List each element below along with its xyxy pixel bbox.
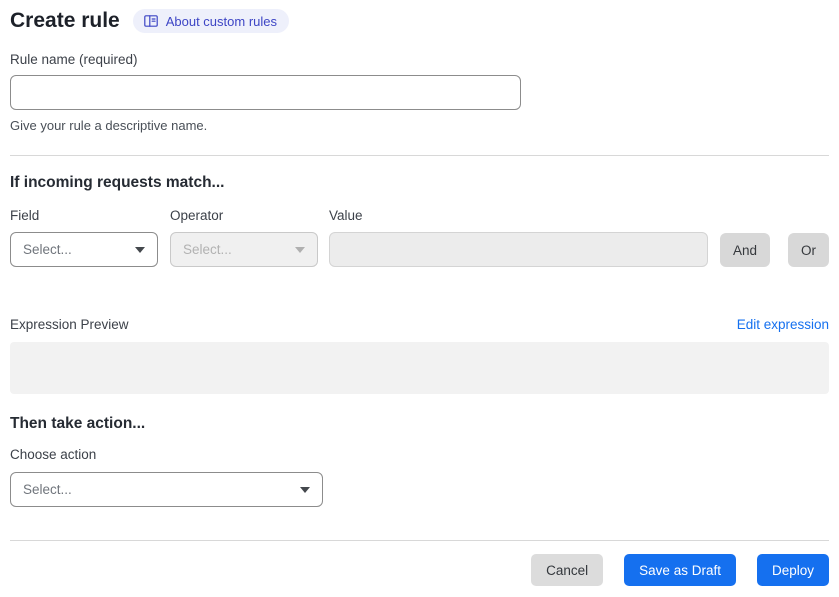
operator-label: Operator [170, 208, 224, 223]
value-column: Value [329, 208, 708, 267]
choose-action-select-value: Select... [23, 482, 72, 497]
field-label: Field [10, 208, 40, 223]
edit-expression-link[interactable]: Edit expression [737, 317, 829, 332]
and-button[interactable]: And [719, 233, 770, 267]
expression-preview-label: Expression Preview [10, 317, 129, 332]
operator-column: Operator Select... [170, 208, 318, 267]
choose-action-label: Choose action [10, 447, 97, 462]
deploy-button[interactable]: Deploy [756, 554, 829, 586]
match-section-heading: If incoming requests match... [10, 174, 225, 191]
value-label: Value [329, 208, 363, 223]
book-icon [143, 13, 159, 29]
operator-select[interactable]: Select... [170, 232, 318, 267]
action-section-heading: Then take action... [10, 415, 146, 432]
chevron-down-icon [135, 246, 145, 253]
expression-preview-box [10, 342, 829, 394]
cancel-button[interactable]: Cancel [531, 554, 604, 586]
save-as-draft-button[interactable]: Save as Draft [624, 554, 736, 586]
about-custom-rules-link[interactable]: About custom rules [132, 9, 289, 33]
field-column: Field Select... [10, 208, 158, 267]
page-header: Create rule About custom rules [10, 0, 829, 33]
choose-action-select[interactable]: Select... [10, 472, 323, 507]
footer-divider [10, 540, 829, 541]
operator-select-value: Select... [183, 242, 232, 257]
or-button[interactable]: Or [788, 233, 829, 267]
match-condition-row: Field Select... Operator Select... Value… [10, 208, 829, 267]
footer-actions: Cancel Save as Draft Deploy [10, 554, 829, 586]
rule-name-input[interactable] [10, 75, 521, 110]
rule-name-label: Rule name (required) [10, 52, 138, 67]
chevron-down-icon [300, 486, 310, 493]
expression-preview-header: Expression Preview Edit expression [10, 317, 829, 332]
create-rule-page: Create rule About custom rules Rule name… [0, 0, 839, 597]
rule-name-helper-text: Give your rule a descriptive name. [10, 118, 208, 133]
field-select[interactable]: Select... [10, 232, 158, 267]
page-title: Create rule [10, 9, 120, 32]
chevron-down-icon [295, 246, 305, 253]
about-custom-rules-label: About custom rules [165, 13, 277, 29]
value-input[interactable] [329, 232, 708, 267]
field-select-value: Select... [23, 242, 72, 257]
section-divider [10, 155, 829, 156]
